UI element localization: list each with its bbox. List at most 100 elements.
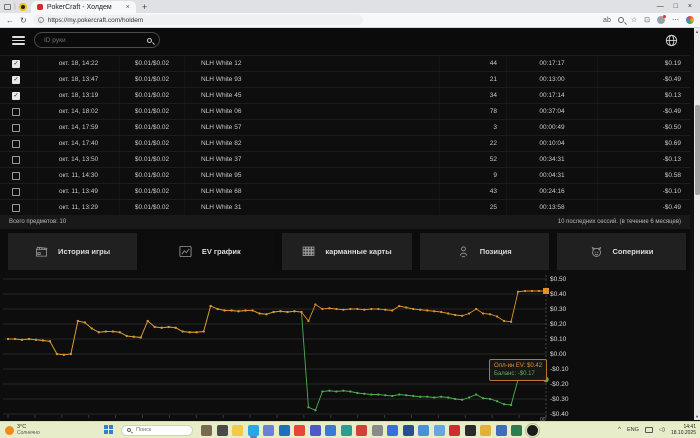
taskbar-icon-pokercraft[interactable] <box>524 422 540 438</box>
session-hands-count: 52 <box>440 152 507 167</box>
zoom-icon[interactable] <box>617 17 624 23</box>
page-scrollbar[interactable]: ▲ ▼ <box>694 28 700 420</box>
extensions-icon[interactable]: ⊡ <box>644 16 650 24</box>
session-checkbox[interactable] <box>12 155 20 164</box>
tab-position[interactable]: Позиция <box>419 233 549 270</box>
site-info-icon[interactable]: i <box>37 17 44 23</box>
tab-rivals[interactable]: Соперники <box>556 233 687 270</box>
new-tab-button[interactable]: + <box>142 2 147 12</box>
taskbar-search-input[interactable] <box>134 426 184 434</box>
session-checkbox[interactable]: ✓ <box>12 75 20 84</box>
profile-avatar[interactable] <box>657 15 666 24</box>
table-row[interactable]: ✓ окт. 18, 13:47 $0.01/$0.02 NLH White 93 21… <box>0 72 690 88</box>
hand-id-search-input[interactable] <box>35 36 147 44</box>
weather-widget[interactable]: 3°C Солнечно <box>0 424 104 436</box>
table-row[interactable]: окт. 11, 14:30 $0.01/$0.02 NLH White 95 9 00… <box>0 168 690 184</box>
browser-menu-icon[interactable]: ⋯ <box>672 16 679 24</box>
windows-start-button[interactable] <box>104 425 114 435</box>
sun-icon <box>5 425 14 435</box>
taskbar-icon-gallery[interactable] <box>480 424 491 436</box>
table-row[interactable]: ✓ окт. 18, 14:22 $0.01/$0.02 NLH White 12 44… <box>0 56 690 72</box>
taskbar-icon-panel[interactable] <box>387 424 398 436</box>
minimize-button[interactable]: — <box>657 3 664 10</box>
colorful-extension-icon[interactable] <box>686 16 694 24</box>
table-row[interactable]: окт. 14, 17:40 $0.01/$0.02 NLH White 82 22 0… <box>0 136 690 152</box>
taskbar-icon-excel[interactable] <box>511 424 522 436</box>
taskbar-icon-task-view[interactable] <box>201 424 212 436</box>
ev-chart-canvas[interactable]: $0.50 $0.40 $0.30 $0.20 $0.10 $0.00 -$0.10 -$0.… <box>0 271 694 423</box>
language-globe-icon[interactable] <box>665 34 678 52</box>
taskbar-icon-folder[interactable] <box>232 424 243 436</box>
taskbar-icon-monitor[interactable] <box>418 424 429 436</box>
table-row[interactable]: окт. 14, 18:02 $0.01/$0.02 NLH White 06 78 0… <box>0 104 690 120</box>
session-date: окт. 14, 18:02 <box>38 104 120 119</box>
browser-tab[interactable]: PokerCraft - Холдем × <box>30 1 136 13</box>
table-row[interactable]: окт. 14, 13:50 $0.01/$0.02 NLH White 37 52 0… <box>0 152 690 168</box>
taskbar-icon-opera[interactable] <box>449 424 460 436</box>
display-icon[interactable] <box>644 427 653 433</box>
translate-icon[interactable]: ab <box>603 17 611 24</box>
pinned-browser-icon[interactable] <box>18 2 27 11</box>
session-checkbox[interactable]: ✓ <box>12 59 20 68</box>
close-button[interactable]: × <box>688 3 692 10</box>
url-bar[interactable]: i https://my.pokercraft.com/holdem <box>32 15 363 25</box>
session-stakes: $0.01/$0.02 <box>120 184 185 199</box>
tab-cards-grid[interactable]: карманные карты <box>282 233 412 270</box>
taskbar-icon-widgets[interactable] <box>263 424 274 436</box>
volume-icon[interactable]: ◁) <box>659 427 665 433</box>
maximize-button[interactable]: □ <box>674 3 678 10</box>
back-icon[interactable]: ← <box>6 16 14 25</box>
ev-chart: $0.50 $0.40 $0.30 $0.20 $0.10 $0.00 -$0.10 -$0.… <box>0 271 694 423</box>
session-checkbox[interactable] <box>12 139 20 148</box>
taskbar-icon-outlook[interactable] <box>278 424 290 436</box>
taskbar-icon-settings[interactable] <box>371 424 383 436</box>
language-indicator[interactable]: ENG <box>627 427 639 433</box>
scrollbar-thumb[interactable] <box>694 105 700 195</box>
bookmark-star-icon[interactable]: ☆ <box>631 16 637 24</box>
reload-icon[interactable]: ↻ <box>20 16 27 25</box>
taskbar-icon-pin[interactable] <box>356 424 367 436</box>
svg-text:$0.20: $0.20 <box>550 321 567 328</box>
taskbar-icon-dark-app[interactable] <box>464 424 476 436</box>
taskbar-icon-edge[interactable] <box>247 424 259 438</box>
tab-close-icon[interactable]: × <box>126 4 130 11</box>
menu-hamburger-icon[interactable] <box>12 36 25 45</box>
session-checkbox[interactable] <box>12 123 20 132</box>
taskbar-icon-teams[interactable] <box>309 424 321 436</box>
scroll-down-icon[interactable]: ▼ <box>694 413 700 420</box>
browser-addressbar: ← ↻ i https://my.pokercraft.com/holdem a… <box>0 13 700 28</box>
session-result: -$0.10 <box>662 188 681 195</box>
scroll-up-icon[interactable]: ▲ <box>694 28 700 35</box>
chart-tooltip: Олл-ин EV: $0.42 Баланс: -$0.17 <box>489 359 548 381</box>
table-row[interactable]: окт. 11, 13:49 $0.01/$0.02 NLH White 68 43 0… <box>0 184 690 200</box>
session-stakes: $0.01/$0.02 <box>120 72 185 87</box>
session-duration: 00:17:14 <box>507 88 598 103</box>
session-stakes: $0.01/$0.02 <box>120 88 185 103</box>
tab-line-chart[interactable]: EV график <box>145 233 275 270</box>
table-row[interactable]: окт. 14, 17:59 $0.01/$0.02 NLH White 57 3 00… <box>0 120 690 136</box>
taskbar-icon-photos[interactable] <box>340 424 352 436</box>
table-row[interactable]: ✓ окт. 18, 13:19 $0.01/$0.02 NLH White 45 34… <box>0 88 690 104</box>
session-checkbox[interactable]: ✓ <box>12 91 20 100</box>
session-checkbox[interactable] <box>12 171 20 180</box>
session-checkbox[interactable] <box>12 107 20 116</box>
taskbar-icon-mail[interactable] <box>433 424 445 436</box>
hand-id-search[interactable] <box>34 32 160 48</box>
taskbar-icon-defender[interactable] <box>402 424 414 436</box>
tab-search-icon[interactable] <box>4 3 11 10</box>
taskbar-search[interactable] <box>121 424 193 436</box>
session-table-name: NLH White 95 <box>185 168 440 183</box>
session-date: окт. 18, 13:19 <box>38 88 120 103</box>
taskbar-icon-contacts[interactable] <box>325 424 336 436</box>
session-result: -$0.49 <box>662 204 681 211</box>
tray-expand-icon[interactable]: ^ <box>618 427 621 433</box>
table-row[interactable]: окт. 11, 13:29 $0.01/$0.02 NLH White 31 25 0… <box>0 200 690 216</box>
taskbar-icon-calculator[interactable] <box>495 424 507 436</box>
session-stakes: $0.01/$0.02 <box>120 104 185 119</box>
tab-clapperboard[interactable]: История игры <box>8 233 138 270</box>
taskbar-clock[interactable]: 14:41 18.10.2025 <box>671 424 696 436</box>
session-checkbox[interactable] <box>12 203 20 212</box>
taskbar-icon-chrome[interactable] <box>294 424 305 436</box>
session-checkbox[interactable] <box>12 187 20 196</box>
taskbar-icon-files[interactable] <box>216 424 228 436</box>
